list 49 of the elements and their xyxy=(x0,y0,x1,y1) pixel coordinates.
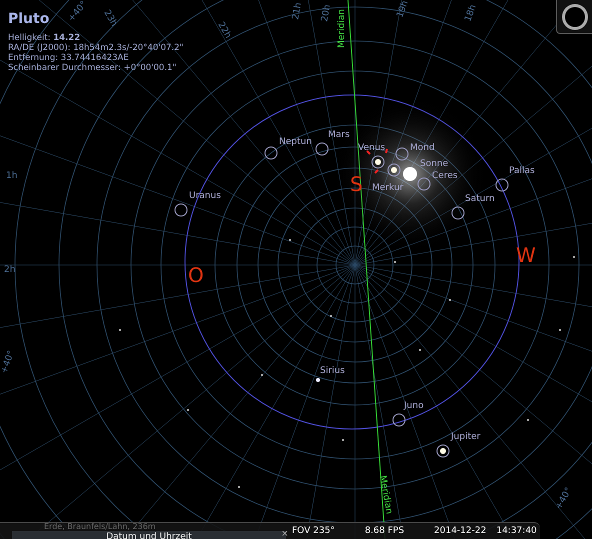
star-dot[interactable] xyxy=(316,378,320,382)
selection-marker xyxy=(366,148,388,174)
date-text: 2014-12-22 xyxy=(434,526,486,536)
bright-planet-marker[interactable] xyxy=(372,156,384,168)
object-label: Neptun xyxy=(279,137,312,147)
grid-label: 19h xyxy=(395,0,411,20)
object-label: Sirius xyxy=(320,366,345,376)
time-text: 14:37:40 xyxy=(496,526,537,536)
fps-text: 8.68 FPS xyxy=(364,526,404,536)
planet-marker[interactable] xyxy=(316,142,328,156)
grid-label: +40° xyxy=(0,350,17,376)
location-text: Erde, Braunfels/Lahn, 236m xyxy=(44,522,157,530)
sun-disc[interactable] xyxy=(403,167,417,181)
object-label: Juno xyxy=(404,401,424,411)
planet-marker[interactable] xyxy=(452,206,464,220)
planet-marker[interactable] xyxy=(396,148,408,160)
view-button[interactable] xyxy=(556,0,592,34)
bright-planet-marker[interactable] xyxy=(436,444,450,458)
grid-label: 18h xyxy=(463,3,479,24)
close-button[interactable]: × xyxy=(282,529,288,539)
object-label: Sonne xyxy=(420,159,448,169)
grid-label: 21h xyxy=(291,2,304,21)
planet-marker[interactable] xyxy=(418,178,430,190)
info-line: RA/DE (J2000): 18h54m2.3s/-20°40'07.2" xyxy=(8,43,184,53)
object-label: Merkur xyxy=(372,183,404,193)
planet-marker[interactable] xyxy=(264,146,278,160)
planet-marker[interactable] xyxy=(392,414,406,426)
object-label: Jupiter xyxy=(451,432,480,442)
info-line: Scheinbarer Durchmesser: +0°00'00.1" xyxy=(8,63,176,73)
meridian-label: Meridian xyxy=(377,474,394,515)
grid-label: 1h xyxy=(6,171,18,181)
object-label: Pallas xyxy=(509,166,535,176)
bright-planet-marker[interactable] xyxy=(388,164,400,176)
object-label: Mars xyxy=(328,130,350,140)
object-label: Ceres xyxy=(432,171,458,181)
circle-icon xyxy=(564,6,584,26)
object-label: Saturn xyxy=(465,194,495,204)
grid-label: 20h xyxy=(320,4,333,23)
planet-marker[interactable] xyxy=(496,178,508,192)
info-line: Helligkeit: 14.22 xyxy=(8,33,80,43)
info-line: Entfernung: 33.74416423AE xyxy=(8,53,129,63)
meridian-label: Meridian xyxy=(337,9,347,48)
planet-marker[interactable] xyxy=(174,204,188,216)
fov-text: FOV 235° xyxy=(292,526,335,536)
cardinal-label: O xyxy=(188,263,204,287)
object-title: Pluto xyxy=(8,11,50,27)
grid-label: 2h xyxy=(4,265,16,275)
object-label: Mond xyxy=(410,143,435,153)
dialog-title: Datum und Uhrzeit xyxy=(106,532,192,539)
